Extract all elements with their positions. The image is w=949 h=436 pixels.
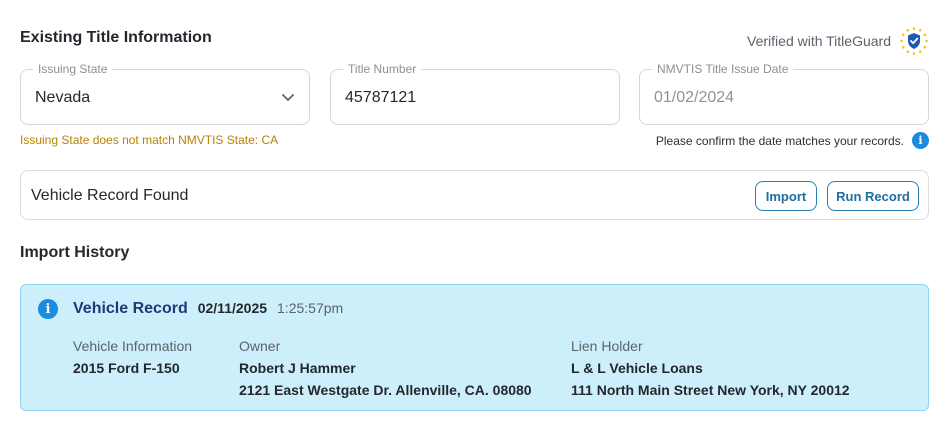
history-entry-name: Vehicle Record — [73, 300, 188, 317]
title-number-value[interactable]: 45787121 — [345, 89, 416, 107]
issue-date-label: NMVTIS Title Issue Date — [652, 62, 794, 76]
import-button[interactable]: Import — [755, 181, 817, 211]
history-entry-header: Vehicle Record 02/11/2025 1:25:57pm — [73, 300, 343, 318]
titleguard-badge-icon — [899, 26, 929, 56]
owner-label: Owner — [239, 338, 281, 354]
history-entry-date: 02/11/2025 — [197, 300, 268, 316]
vehicle-record-bar: Vehicle Record Found Import Run Record — [20, 170, 929, 220]
date-confirm-text: Please confirm the date matches your rec… — [655, 133, 904, 148]
info-icon: i — [38, 299, 58, 319]
history-entry-time: 1:25:57pm — [277, 300, 344, 316]
issuing-state-value: Nevada — [35, 89, 91, 106]
lien-holder-column: Lien Holder L & L Vehicle Loans 111 Nort… — [571, 335, 850, 401]
lien-holder-name: L & L Vehicle Loans — [571, 360, 703, 376]
chevron-down-icon[interactable] — [281, 90, 295, 104]
issuing-state-label: Issuing State — [33, 62, 113, 76]
lien-holder-address: 111 North Main Street New York, NY 20012 — [571, 382, 850, 398]
title-number-field[interactable]: Title Number 45787121 — [330, 62, 620, 125]
import-history-card: i Vehicle Record 02/11/2025 1:25:57pm Ve… — [20, 284, 929, 411]
issuing-state-select[interactable]: Issuing State Nevada — [20, 62, 310, 125]
run-record-button[interactable]: Run Record — [827, 181, 919, 211]
state-warning-text: Issuing State does not match NMVTIS Stat… — [20, 133, 279, 147]
import-history-title: Import History — [20, 244, 130, 261]
title-number-label: Title Number — [343, 62, 422, 76]
vehicle-record-title: Vehicle Record Found — [31, 187, 189, 204]
owner-column: Owner Robert J Hammer 2121 East Westgate… — [239, 335, 532, 401]
verified-badge: Verified with TitleGuard — [747, 26, 929, 56]
vehicle-info-label: Vehicle Information — [73, 338, 193, 354]
vehicle-info-value: 2015 Ford F-150 — [73, 360, 180, 376]
verified-text: Verified with TitleGuard — [747, 33, 891, 49]
issue-date-value: 01/02/2024 — [654, 89, 735, 106]
info-icon[interactable]: i — [912, 132, 929, 149]
date-confirm-note: Please confirm the date matches your rec… — [656, 132, 929, 149]
issue-date-field: NMVTIS Title Issue Date 01/02/2024 — [639, 62, 929, 125]
page-title: Existing Title Information — [20, 29, 212, 46]
lien-holder-label: Lien Holder — [571, 338, 643, 354]
owner-name: Robert J Hammer — [239, 360, 356, 376]
owner-address: 2121 East Westgate Dr. Allenville, CA. 0… — [239, 382, 532, 398]
vehicle-info-column: Vehicle Information 2015 Ford F-150 — [73, 335, 192, 379]
